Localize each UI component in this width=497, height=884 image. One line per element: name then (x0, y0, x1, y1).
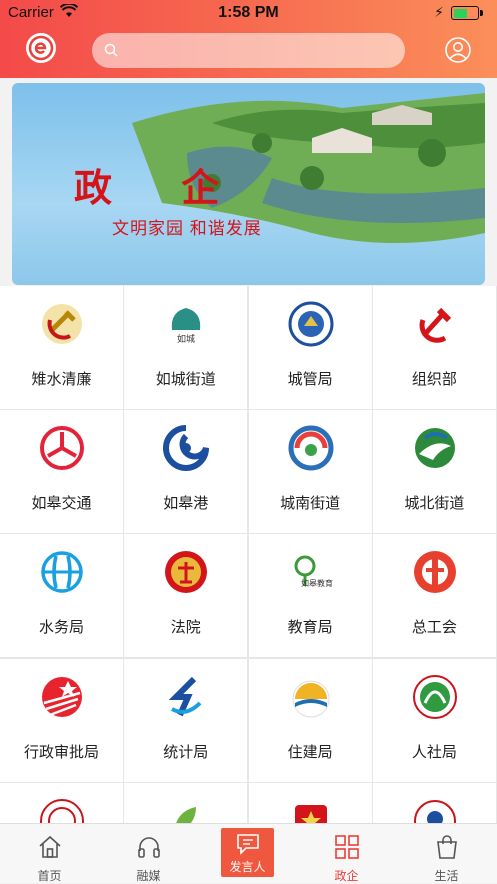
chengnan-swirl-icon (287, 424, 335, 472)
red-badge-icon (287, 797, 335, 823)
grid-item[interactable] (124, 782, 248, 823)
grid-item-label: 行政审批局 (23, 743, 99, 761)
grid-icon (334, 834, 360, 865)
grid-item[interactable]: 如皋港 (124, 410, 248, 534)
education-logo-icon: 如皋教育 (287, 548, 335, 596)
grid-item-label: 组织部 (411, 371, 457, 388)
tab-label: 生活 (434, 869, 459, 883)
chat-bubble-icon (235, 832, 261, 861)
tab-label: 发言人 (229, 860, 266, 874)
tab-home[interactable]: 首页 (0, 824, 99, 884)
grid-item-label: 水务局 (38, 619, 84, 637)
tab-label: 首页 (37, 869, 62, 883)
search-input[interactable] (92, 33, 405, 68)
shopping-bag-icon (434, 834, 460, 865)
grid-item[interactable]: 人社局 (372, 658, 496, 782)
chengbei-bird-icon (411, 424, 459, 472)
banner-slogan: 文明家园 和谐发展 (112, 219, 262, 238)
hammer-sickle-icon (38, 300, 86, 348)
grid-item[interactable]: 水务局 (0, 534, 123, 658)
grid-item[interactable] (248, 782, 372, 823)
grid-item[interactable]: 城北街道 (372, 410, 496, 534)
tab-media[interactable]: 融媒 (99, 824, 198, 884)
battery-fill (453, 8, 467, 18)
grid-item-label: 如皋港 (163, 495, 209, 513)
grid-item-label: 城南街道 (280, 495, 341, 513)
hr-social-icon (411, 673, 459, 721)
grid-item-label: 雉水清廉 (31, 371, 92, 388)
grid-item-label: 法院 (170, 619, 201, 637)
rucheng-logo-icon: 如城 (162, 300, 210, 348)
grid-item-label: 人社局 (411, 743, 457, 761)
user-profile-icon[interactable] (445, 37, 471, 63)
grid-item[interactable]: 组织部 (372, 286, 496, 409)
app-logo-icon[interactable] (26, 33, 56, 63)
status-bar: Carrier 1:58 PM ⚡ (0, 0, 497, 26)
round-logo-icon (411, 797, 459, 823)
grid-item[interactable]: 城管局 (248, 286, 372, 409)
leaf-logo-icon (162, 797, 210, 823)
grid-item[interactable]: 如皋交通 (0, 410, 123, 534)
grid-item[interactable] (0, 782, 123, 823)
home-icon (37, 834, 63, 865)
grid-item[interactable]: 如皋教育教育局 (248, 534, 372, 658)
department-grid: 雉水清廉 如城 如城街道 城管局 组织部 如皋交通 如皋港 城南街道 城北街道 水务局 法院 如皋教育… (0, 286, 497, 823)
seal-icon (38, 797, 86, 823)
transport-logo-icon (38, 424, 86, 472)
headphones-icon (136, 834, 162, 865)
grid-item[interactable]: 住建局 (248, 658, 372, 782)
hammer-sickle-red-icon (411, 300, 459, 348)
grid-item[interactable]: 行政审批局 (0, 658, 123, 782)
grid-item-label: 城管局 (287, 371, 333, 388)
tab-life[interactable]: 生活 (397, 824, 496, 884)
grid-item[interactable]: 城南街道 (248, 410, 372, 534)
grid-item-label: 城北街道 (404, 495, 465, 513)
svg-text:如皋教育: 如皋教育 (301, 578, 333, 588)
tab-spokesperson[interactable]: 发言人 (221, 828, 274, 877)
grid-item-label: 如城街道 (155, 371, 216, 388)
housing-bureau-icon (287, 673, 335, 721)
svg-text:如城: 如城 (177, 333, 195, 344)
grid-item[interactable]: 如城 如城街道 (124, 286, 248, 409)
grid-item-label: 总工会 (411, 619, 457, 637)
grid-item[interactable]: 法院 (124, 534, 248, 658)
trade-union-icon (411, 548, 459, 596)
statistics-icon (162, 673, 210, 721)
approval-bureau-icon (38, 673, 86, 721)
grid-item[interactable]: 统计局 (124, 658, 248, 782)
grid-item-label: 教育局 (287, 619, 333, 637)
water-bureau-icon (38, 548, 86, 596)
tab-government[interactable]: 政企 (297, 824, 396, 884)
clock: 1:58 PM (218, 4, 279, 21)
grid-item-label: 住建局 (287, 743, 333, 761)
tab-label: 政企 (334, 869, 359, 883)
banner-title: 政 企 (74, 165, 248, 210)
grid-item-label: 统计局 (163, 743, 209, 761)
grid-item[interactable]: 总工会 (372, 534, 496, 658)
tab-label: 融媒 (136, 869, 161, 883)
port-swirl-icon (162, 424, 210, 472)
court-emblem-icon (162, 548, 210, 596)
grid-item-label: 如皋交通 (31, 495, 92, 513)
grid-item[interactable] (372, 782, 496, 823)
charging-icon: ⚡ (434, 4, 444, 20)
grid-item[interactable]: 雉水清廉 (0, 286, 123, 409)
urban-management-badge-icon (287, 300, 335, 348)
app-header: Carrier 1:58 PM ⚡ (0, 0, 497, 78)
battery-tip (480, 10, 483, 16)
search-icon (104, 43, 118, 62)
battery-icon (451, 6, 479, 20)
promo-banner[interactable]: 政 企 文明家园 和谐发展 (12, 83, 485, 285)
